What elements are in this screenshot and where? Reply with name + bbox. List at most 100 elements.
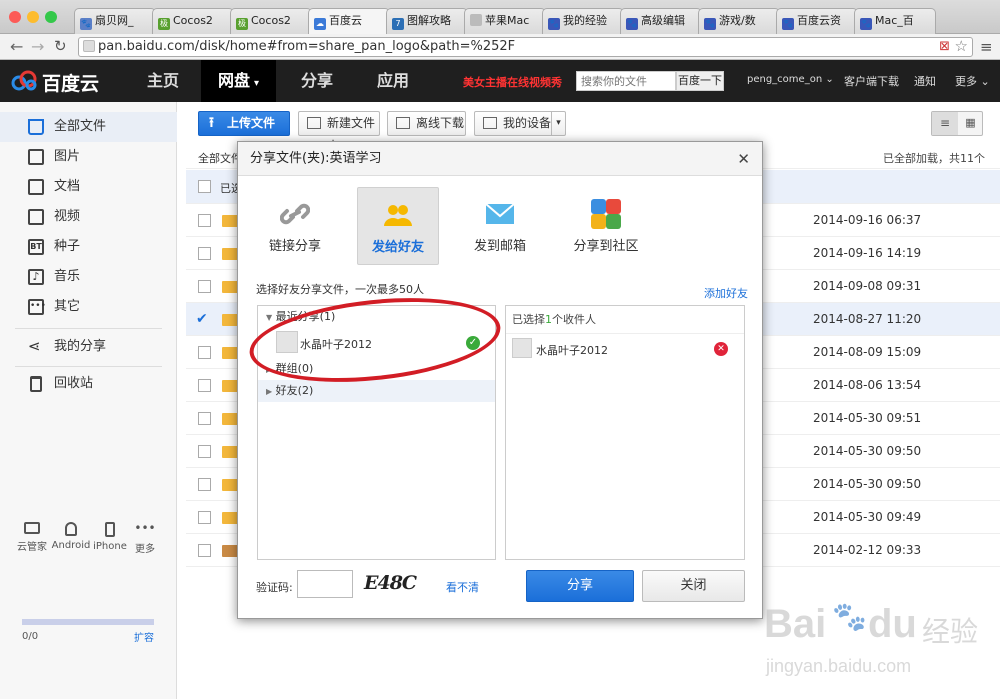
reload-icon[interactable]: ↻ (54, 37, 67, 55)
briefcase-icon (222, 545, 238, 557)
logo[interactable]: 百度云 (10, 68, 114, 95)
recipient-item: 水晶叶子2012 ✕ (506, 336, 744, 362)
row-checkbox[interactable] (198, 346, 211, 359)
row-checkbox[interactable] (198, 544, 211, 557)
expand-link[interactable]: 扩容 (134, 629, 154, 644)
row-checkbox[interactable] (198, 247, 211, 260)
avatar (512, 338, 532, 358)
list-view-icon[interactable]: ≡ (932, 112, 958, 135)
nav-home[interactable]: 主页 (128, 60, 198, 102)
sidebar-item-all-files[interactable]: 全部文件 (0, 112, 177, 142)
tab-send-to-friend[interactable]: 发给好友 (357, 187, 439, 265)
bookmark-star-icon[interactable]: ☆ (955, 37, 968, 55)
captcha-input[interactable] (297, 570, 353, 598)
share-icon: ⋖ (28, 337, 41, 355)
upload-button[interactable]: ⭱ 上传文件 (198, 111, 290, 136)
sidebar-item-recycle-bin[interactable]: 回收站 (0, 369, 177, 399)
sidebar: 全部文件 图片 文档 视频 BT 种子 ♪ 音乐 ••• 其它 ⋖ 我的分享 回收站 云… (0, 102, 177, 699)
modified-date: 2014-09-16 06:37 (813, 213, 922, 227)
device-more[interactable]: ••• 更多 (121, 522, 169, 555)
sidebar-item-other[interactable]: ••• 其它 (0, 292, 177, 322)
modified-date: 2014-09-08 09:31 (813, 279, 922, 293)
grid-view-icon[interactable]: ▦ (958, 112, 983, 135)
browser-tab[interactable]: 🐾 Mac_百 (854, 8, 936, 34)
nav-netdisk[interactable]: 网盘 ▾ (201, 60, 276, 102)
nav-apps[interactable]: 应用 (358, 60, 428, 102)
tab-send-email[interactable]: 发到邮箱 (459, 187, 541, 265)
blocked-popup-icon[interactable]: ⊠ (939, 38, 950, 56)
image-icon (28, 149, 44, 165)
share-button[interactable]: 分享 (526, 570, 634, 602)
friends-icon (384, 205, 412, 226)
modified-date: 2014-05-30 09:50 (813, 477, 922, 491)
promo-link[interactable]: 美女主播在线视频秀 (463, 74, 562, 90)
film-icon (28, 209, 44, 225)
more-menu[interactable]: 更多 ⌄ (955, 73, 990, 89)
browser-tab[interactable]: 7 图解攻略 (386, 8, 468, 34)
cocos-icon: 极 (158, 18, 170, 30)
paw-icon: 🐾 (704, 18, 716, 30)
notice-link[interactable]: 通知 (914, 73, 936, 89)
remove-icon[interactable]: ✕ (714, 342, 728, 356)
more-dots-icon: ••• (28, 299, 46, 315)
row-checkbox[interactable] (198, 379, 211, 392)
cloud-icon: ☁ (314, 18, 326, 30)
client-download-link[interactable]: 客户端下载 (844, 73, 899, 89)
sidebar-item-images[interactable]: 图片 (0, 142, 177, 172)
folder-icon (222, 446, 238, 458)
window-close-dot[interactable] (9, 11, 21, 23)
row-checkbox[interactable] (198, 445, 211, 458)
offline-download-button[interactable]: 离线下载 (387, 111, 466, 136)
folder-icon (222, 281, 238, 293)
browser-tab[interactable]: 🐾 游戏/数 (698, 8, 780, 34)
cocos-icon: 极 (236, 18, 248, 30)
user-menu[interactable]: peng_come_on ⌄ (747, 74, 834, 85)
sidebar-divider (15, 328, 162, 329)
browser-tab[interactable]: 极 Cocos2 (152, 8, 234, 34)
close-icon[interactable]: ✕ (737, 142, 750, 176)
close-button[interactable]: 关闭 (642, 570, 745, 602)
window-zoom-dot[interactable] (45, 11, 57, 23)
tab-share-community[interactable]: 分享到社区 (561, 187, 651, 265)
row-checkbox[interactable] (198, 511, 211, 524)
menu-icon[interactable]: ≡ (980, 38, 993, 56)
search-button[interactable]: 百度一下 (676, 71, 724, 91)
folder-icon (222, 215, 238, 227)
select-all-checkbox[interactable] (198, 180, 211, 193)
sidebar-item-music[interactable]: ♪ 音乐 (0, 262, 177, 292)
row-checkbox[interactable] (198, 280, 211, 293)
bt-icon: BT (28, 239, 44, 255)
forward-icon[interactable]: → (31, 37, 44, 56)
document-icon (28, 179, 44, 195)
browser-tab-active[interactable]: ☁ 百度云 (308, 8, 390, 35)
browser-tab[interactable]: 🐾 我的经验 (542, 8, 624, 34)
add-friend-link[interactable]: 添加好友 (704, 285, 748, 301)
url-input[interactable]: pan.baidu.com/disk/home#from=share_pan_l… (78, 37, 973, 57)
share-dialog: 分享文件(夹):英语学习 ✕ 链接分享 发给好友 发到邮箱 分享到社区 选择好友… (237, 141, 763, 619)
folder-icon (28, 119, 44, 135)
nav-share[interactable]: 分享 (282, 60, 352, 102)
sidebar-item-my-shares[interactable]: ⋖ 我的分享 (0, 332, 177, 362)
back-icon[interactable]: ← (10, 37, 23, 56)
row-checkbox[interactable] (198, 412, 211, 425)
tab-link-share[interactable]: 链接分享 (254, 187, 336, 265)
row-checkbox[interactable] (198, 478, 211, 491)
window-minimize-dot[interactable] (27, 11, 39, 23)
my-devices-button[interactable]: 我的设备 ▾ (474, 111, 566, 136)
group-friends[interactable]: ▶ 好友(2) (258, 380, 495, 402)
search-input[interactable] (576, 71, 676, 91)
browser-tab[interactable]: 🐾 百度云资 (776, 8, 858, 34)
sidebar-item-videos[interactable]: 视频 (0, 202, 177, 232)
browser-tab[interactable]: 🐾 扇贝网_ (74, 8, 156, 34)
modified-date: 2014-05-30 09:49 (813, 510, 922, 524)
sidebar-item-torrents[interactable]: BT 种子 (0, 232, 177, 262)
browser-tab[interactable]: 极 Cocos2 (230, 8, 312, 34)
row-checkbox[interactable] (198, 214, 211, 227)
captcha-refresh-link[interactable]: 看不清 (446, 579, 479, 595)
sidebar-item-docs[interactable]: 文档 (0, 172, 177, 202)
new-folder-button[interactable]: 新建文件夹 (298, 111, 380, 153)
browser-tab[interactable]: 🐾 高级编辑 (620, 8, 702, 34)
breadcrumb[interactable]: 全部文件 (198, 150, 242, 166)
row-checkbox-checked[interactable]: ✔ (196, 312, 209, 326)
browser-tab[interactable]: 苹果Mac (464, 8, 546, 34)
